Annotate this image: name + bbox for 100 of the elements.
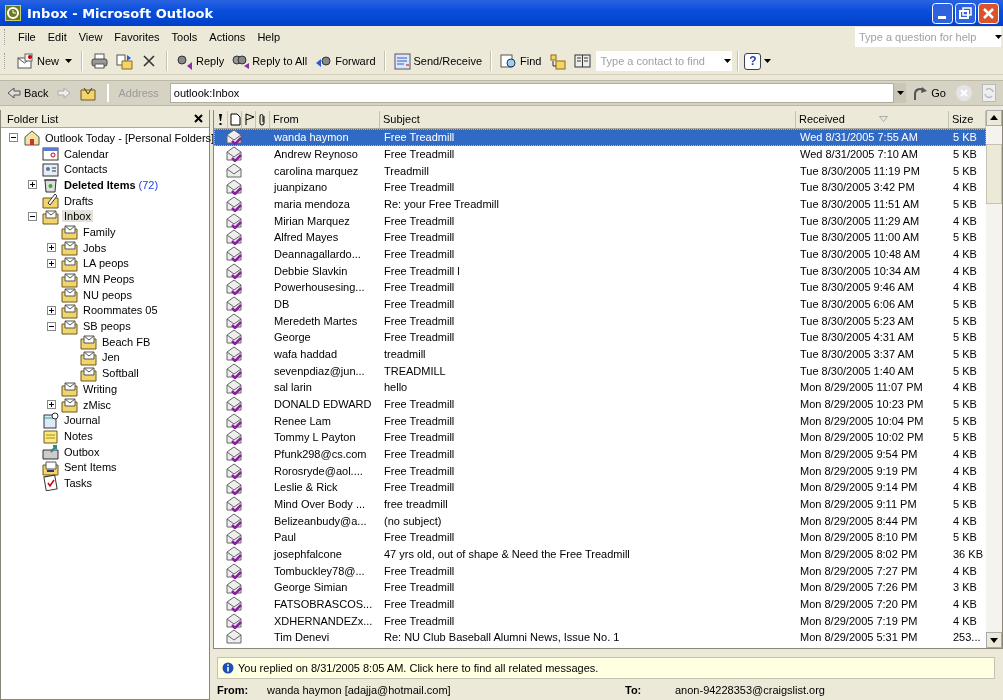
folder-item[interactable]: SB peops: [81, 320, 133, 333]
message-row[interactable]: carolina marquez Treadmill Tue 8/30/2005 11:19 PM 5 KB: [214, 162, 986, 179]
folder-item[interactable]: Calendar: [62, 147, 111, 160]
folder-item[interactable]: NU peops: [81, 288, 134, 301]
folder-item[interactable]: Jobs: [81, 241, 109, 254]
close-button[interactable]: [978, 2, 999, 24]
reply-button[interactable]: Reply: [173, 50, 228, 72]
message-row[interactable]: josephfalcone 47 yrs old, out of shape & Need the Free Treadmill Mon 8/29/2005 8:02 PM 36 KB: [214, 545, 986, 563]
folder-item[interactable]: Journal: [62, 414, 103, 427]
scrollbar[interactable]: [986, 110, 1002, 648]
message-row[interactable]: sal larin hello Mon 8/29/2005 11:07 PM 4 KB: [214, 379, 986, 396]
column-header[interactable]: [228, 110, 242, 128]
column-header[interactable]: Received: [796, 110, 949, 128]
message-row[interactable]: Meredeth Martes Free Treadmill Tue 8/30/2005 5:23 AM 5 KB: [214, 312, 986, 330]
message-row[interactable]: Tombuckley78@... Free Treadmill Mon 8/29/2005 7:27 PM 4 KB: [214, 562, 986, 580]
folder-item[interactable]: Sent Items: [62, 461, 119, 474]
message-row[interactable]: Powerhousesing... Free Treadmill Tue 8/30/2005 9:46 AM 4 KB: [214, 279, 986, 296]
printer-button[interactable]: [88, 50, 111, 72]
folder-item[interactable]: Family: [81, 225, 118, 238]
folder-item[interactable]: Drafts: [62, 194, 96, 207]
help-button[interactable]: ?: [744, 52, 762, 70]
message-row[interactable]: wafa haddad treadmill Tue 8/30/2005 3:37 AM 5 KB: [214, 345, 986, 363]
menu-item[interactable]: File: [12, 29, 42, 45]
folder-item[interactable]: zMisc: [81, 398, 114, 411]
message-row[interactable]: Mind Over Body ... free treadmill Mon 8/29/2005 9:11 PM 5 KB: [214, 495, 986, 513]
back-button[interactable]: Back: [4, 85, 52, 101]
find-button[interactable]: Find: [497, 50, 545, 72]
menu-item[interactable]: Help: [251, 29, 286, 45]
message-row[interactable]: George Simian Free Treadmill Mon 8/29/2005 7:26 PM 3 KB: [214, 579, 986, 596]
scroll-down-button[interactable]: [986, 632, 1002, 648]
expand-icon[interactable]: [28, 180, 37, 190]
menu-item[interactable]: Favorites: [108, 29, 166, 45]
message-row[interactable]: Alfred Mayes Free Treadmill Tue 8/30/2005 11:00 AM 5 KB: [214, 229, 986, 246]
message-row[interactable]: Pfunk298@cs.com Free Treadmill Mon 8/29/2005 9:54 PM 4 KB: [214, 445, 986, 463]
menu-item[interactable]: Edit: [41, 29, 73, 45]
expand-icon[interactable]: [47, 258, 56, 268]
dropdown-arrow-icon[interactable]: [65, 59, 72, 63]
address-field[interactable]: outlook:Inbox: [169, 83, 895, 103]
dropdown-arrow-icon[interactable]: [764, 59, 772, 63]
folder-item[interactable]: Tasks: [62, 476, 95, 489]
message-row[interactable]: Debbie Slavkin Free Treadmill l Tue 8/30/2005 10:34 AM 4 KB: [214, 262, 986, 280]
forward-button[interactable]: Forward: [312, 50, 379, 72]
folder-item[interactable]: Notes: [62, 429, 95, 442]
go-button[interactable]: Go: [909, 83, 949, 103]
folder-item[interactable]: Roommates 05: [81, 304, 160, 317]
folder-item[interactable]: Inbox: [62, 210, 93, 223]
message-row[interactable]: DB Free Treadmill Tue 8/30/2005 6:06 AM 5 KB: [214, 295, 986, 313]
close-icon[interactable]: [194, 114, 203, 123]
folder-item[interactable]: LA peops: [81, 257, 131, 270]
message-row[interactable]: sevenpdiaz@jun... TREADMILL Tue 8/30/2005 1:40 AM 5 KB: [214, 362, 986, 380]
folder-item[interactable]: MN Peops: [81, 273, 137, 286]
help-search-input[interactable]: Type a question for help: [855, 31, 991, 43]
folder-up-icon[interactable]: [80, 85, 98, 101]
expand-icon[interactable]: [47, 305, 56, 315]
folder-item[interactable]: Contacts: [62, 163, 110, 176]
collapse-icon[interactable]: [28, 211, 37, 221]
expand-icon[interactable]: [47, 243, 56, 253]
message-row[interactable]: Rorosryde@aol.... Free Treadmill Mon 8/29/2005 9:19 PM 4 KB: [214, 462, 986, 480]
message-row[interactable]: Tim Denevi Re: NU Club Baseball Alumni News, Issue No. 1 Mon 8/29/2005 5:31 PM 253...: [214, 629, 986, 646]
contact-search-input[interactable]: Type a contact to find: [596, 55, 721, 67]
column-header[interactable]: [242, 110, 256, 128]
message-row[interactable]: wanda haymon Free Treadmill Wed 8/31/2005 7:55 AM 5 KB: [214, 129, 986, 146]
folder-item[interactable]: Jen: [100, 351, 122, 364]
folder-item[interactable]: Writing: [81, 382, 120, 395]
menu-item[interactable]: Actions: [203, 29, 252, 45]
send-receive-button[interactable]: Send/Receive: [390, 50, 485, 72]
menu-item[interactable]: View: [72, 29, 109, 45]
message-row[interactable]: DONALD EDWARD Free Treadmill Mon 8/29/2005 10:23 PM 5 KB: [214, 395, 986, 413]
message-row[interactable]: maria mendoza Re: your Free Treadmill Tue 8/30/2005 11:51 AM 5 KB: [214, 195, 986, 213]
message-row[interactable]: FATSOBRASCOS... Free Treadmill Mon 8/29/2005 7:20 PM 4 KB: [214, 595, 986, 613]
message-row[interactable]: Renee Lam Free Treadmill Mon 8/29/2005 10:04 PM 5 KB: [214, 412, 986, 430]
folder-item[interactable]: Softball: [100, 367, 141, 380]
collapse-icon[interactable]: [9, 133, 18, 143]
menu-item[interactable]: Tools: [165, 29, 204, 45]
dropdown-button[interactable]: [894, 83, 907, 103]
message-row[interactable]: Leslie & Rick Free Treadmill Mon 8/29/2005 9:14 PM 4 KB: [214, 479, 986, 496]
collapse-icon[interactable]: [47, 321, 56, 331]
scroll-thumb[interactable]: [986, 144, 1002, 204]
message-row[interactable]: juanpizano Free Treadmill Tue 8/30/2005 3:42 PM 4 KB: [214, 179, 986, 196]
folder-item[interactable]: Outbox: [62, 445, 102, 458]
contact-search-field[interactable]: Type a contact to find: [596, 51, 733, 71]
folder-item[interactable]: Deleted Items (72): [62, 178, 161, 191]
column-header[interactable]: Subject: [380, 110, 796, 128]
message-row[interactable]: XDHERNANDEZx... Free Treadmill Mon 8/29/2005 7:19 PM 4 KB: [214, 612, 986, 630]
reply-all-button[interactable]: Reply to All: [229, 50, 311, 72]
message-row[interactable]: Andrew Reynoso Free Treadmill Wed 8/31/2005 7:10 AM 5 KB: [214, 145, 986, 163]
message-row[interactable]: Deannagallardo... Free Treadmill Tue 8/30/2005 10:48 AM 4 KB: [214, 245, 986, 263]
folder-item[interactable]: Outlook Today - [Personal Folders]: [43, 131, 217, 144]
restore-button[interactable]: [955, 2, 976, 24]
expand-icon[interactable]: [47, 400, 56, 410]
folder-item[interactable]: Beach FB: [100, 335, 153, 348]
new-button[interactable]: New: [14, 50, 62, 72]
scroll-up-button[interactable]: [986, 110, 1002, 126]
column-header[interactable]: From: [270, 110, 380, 128]
help-search-field[interactable]: Type a question for help: [855, 27, 1001, 47]
message-row[interactable]: Tommy L Payton Free Treadmill Mon 8/29/2005 10:02 PM 5 KB: [214, 429, 986, 446]
message-row[interactable]: Paul Free Treadmill Mon 8/29/2005 8:10 PM 5 KB: [214, 529, 986, 546]
message-row[interactable]: Mirian Marquez Free Treadmill Tue 8/30/2005 11:29 AM 4 KB: [214, 212, 986, 230]
column-header[interactable]: [256, 110, 270, 128]
minimize-button[interactable]: [932, 2, 953, 24]
